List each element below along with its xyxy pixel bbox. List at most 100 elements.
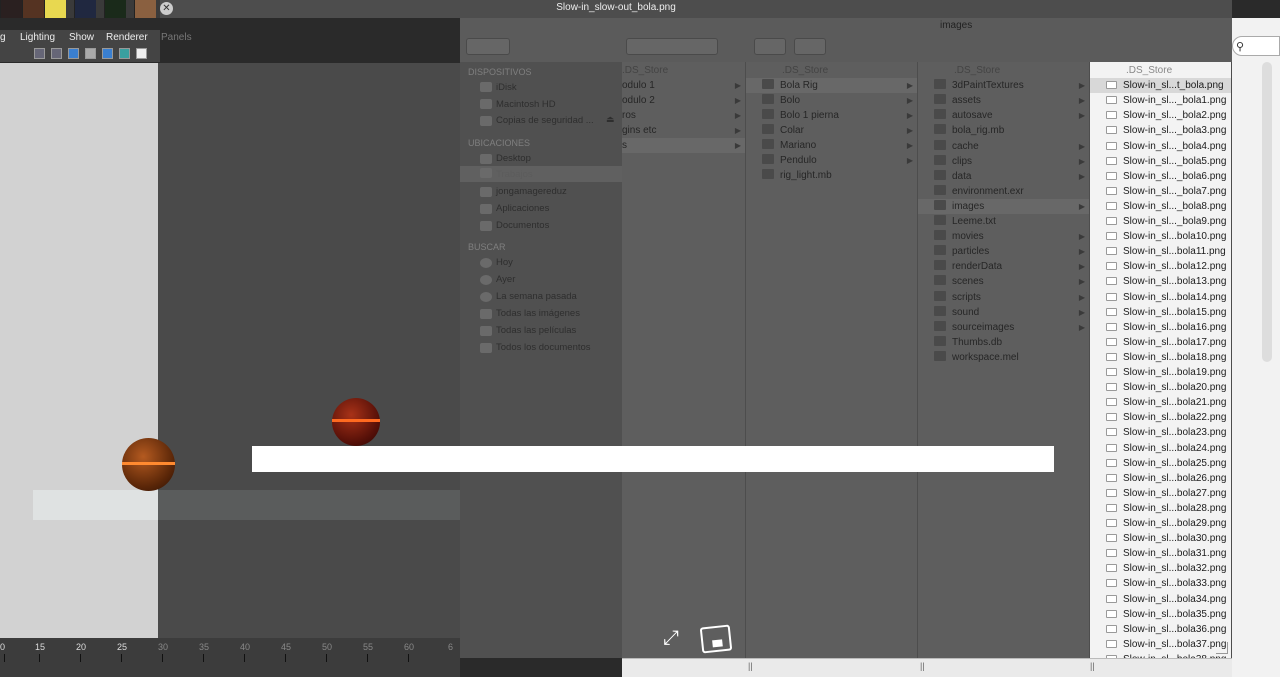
ball-object[interactable] [122,438,175,491]
list-item[interactable]: sourceimages ▶ [918,320,1089,335]
column-resize-handle-icon[interactable]: || [1090,661,1095,671]
list-item[interactable]: Slow-in_sl...bola22.png [1090,410,1231,425]
list-item[interactable]: environment.exr [918,184,1089,199]
menu-panels[interactable]: Panels [161,30,192,46]
vertical-scrollbar[interactable] [1262,62,1272,362]
list-item[interactable]: cache ▶ [918,139,1089,154]
list-item-selected[interactable]: Slow-in_sl...t_bola.png [1090,78,1231,94]
list-item[interactable]: 3dPaintTextures ▶ [918,78,1089,93]
list-item[interactable]: data ▶ [918,169,1089,184]
sidebar-item-hoy[interactable]: Hoy [496,257,513,268]
list-item[interactable]: Slow-in_sl...bola15.png [1090,305,1231,320]
list-item[interactable]: scripts ▶ [918,290,1089,305]
list-item-selected[interactable]: images ▶ [918,198,1089,214]
list-item[interactable]: Slow-in_sl...bola13.png [1090,274,1231,289]
quicklook-eye-button[interactable] [754,38,786,55]
sidebar-item-idisk[interactable]: iDisk [496,82,517,93]
list-item[interactable]: Slow-in_sl...bola23.png [1090,425,1231,440]
list-item[interactable]: Slow-in_sl...bola18.png [1090,350,1231,365]
menu-lighting[interactable]: Lighting [20,30,55,46]
list-item[interactable]: scenes ▶ [918,274,1089,289]
lights-icon[interactable] [85,48,96,59]
list-item[interactable]: rig_light.mb [746,168,917,183]
resize-grip-icon[interactable] [1216,642,1228,654]
list-item[interactable]: Slow-in_sl..._bola9.png [1090,214,1231,229]
search-field[interactable]: ⚲ [1232,36,1280,56]
list-item[interactable]: Slow-in_sl...bola29.png [1090,516,1231,531]
list-item[interactable]: .DS_Store [918,63,1089,78]
list-item[interactable]: .DS_Store [1090,63,1231,78]
sidebar-item-aplicaciones[interactable]: Aplicaciones [496,203,549,214]
close-icon[interactable]: ✕ [160,2,173,15]
menu-renderer[interactable]: Renderer [106,30,148,46]
list-item[interactable]: Slow-in_sl...bola28.png [1090,501,1231,516]
list-item[interactable]: Slow-in_sl...bola21.png [1090,395,1231,410]
xray-icon[interactable] [119,48,130,59]
list-item[interactable]: Slow-in_sl...bola11.png [1090,244,1231,259]
list-item[interactable]: Pendulo ▶ [746,153,917,168]
sidebar-item-semana[interactable]: La semana pasada [496,291,577,302]
list-item[interactable]: Slow-in_sl...bola20.png [1090,380,1231,395]
list-item[interactable]: Slow-in_sl...bola26.png [1090,471,1231,486]
list-item[interactable]: Colar ▶ [746,123,917,138]
list-item[interactable]: Slow-in_sl...bola36.png [1090,622,1231,637]
list-item[interactable]: Bolo ▶ [746,93,917,108]
list-item[interactable]: bola_rig.mb [918,123,1089,138]
list-item[interactable]: sound ▶ [918,305,1089,320]
list-item[interactable]: odulo 1 ▶ [622,78,745,93]
smooth-shade-icon[interactable] [51,48,62,59]
action-gear-button[interactable] [794,38,826,55]
sidebar-item-backup[interactable]: Copias de seguridad ... [496,115,594,126]
list-item[interactable]: Slow-in_sl..._bola7.png [1090,184,1231,199]
list-item[interactable]: Slow-in_sl...bola10.png [1090,229,1231,244]
fullscreen-icon[interactable]: ⤢ [663,627,689,649]
list-item[interactable]: Slow-in_sl...bola31.png [1090,546,1231,561]
list-item[interactable]: Slow-in_sl..._bola2.png [1090,108,1231,123]
list-item[interactable]: Slow-in_sl..._bola4.png [1090,139,1231,154]
list-item[interactable]: Slow-in_sl...bola24.png [1090,441,1231,456]
sidebar-item-user[interactable]: jongamagereduz [496,186,567,197]
sidebar-item-trabajos[interactable]: Trabajos [496,169,533,180]
list-item[interactable]: Slow-in_sl...bola32.png [1090,561,1231,576]
eject-icon[interactable]: ⏏ [606,114,615,125]
list-item[interactable]: clips ▶ [918,154,1089,169]
sidebar-item-documentos[interactable]: Documentos [496,220,549,231]
sidebar-item-peliculas[interactable]: Todas las películas [496,325,576,336]
list-item[interactable]: .DS_Store [746,63,917,78]
list-item[interactable]: Leeme.txt [918,214,1089,229]
list-item[interactable]: ros ▶ [622,108,745,123]
sidebar-item-imagenes[interactable]: Todas las imágenes [496,308,580,319]
list-item[interactable]: Slow-in_sl..._bola3.png [1090,123,1231,138]
list-item[interactable]: renderData ▶ [918,259,1089,274]
time-slider[interactable]: 0 15 20 25 30 35 40 45 50 55 60 6 [0,638,460,677]
list-item[interactable]: assets ▶ [918,93,1089,108]
list-item-selected[interactable]: Bola Rig ▶ [746,78,917,93]
list-item[interactable]: Slow-in_sl...bola25.png [1090,456,1231,471]
list-item[interactable]: Slow-in_sl...bola19.png [1090,365,1231,380]
sidebar-item-macintosh-hd[interactable]: Macintosh HD [496,99,556,110]
list-item[interactable]: Slow-in_sl..._bola5.png [1090,154,1231,169]
sidebar-item-desktop[interactable]: Desktop [496,153,531,164]
list-item[interactable]: Slow-in_sl...bola30.png [1090,531,1231,546]
list-item[interactable]: Slow-in_sl...bola17.png [1090,335,1231,350]
sidebar-item-documentos-search[interactable]: Todos los documentos [496,342,591,353]
hud-icon[interactable] [136,48,147,59]
list-item[interactable]: Slow-in_sl...bola33.png [1090,576,1231,591]
add-to-iphoto-icon[interactable] [699,624,733,654]
maya-viewport[interactable] [0,63,158,638]
list-item[interactable]: Slow-in_sl...bola16.png [1090,320,1231,335]
shadows-icon[interactable] [102,48,113,59]
list-item[interactable]: Bolo 1 pierna ▶ [746,108,917,123]
column-resize-handle-icon[interactable]: || [748,661,753,671]
list-item[interactable]: Slow-in_sl..._bola8.png [1090,199,1231,214]
sidebar-item-ayer[interactable]: Ayer [496,274,515,285]
list-item[interactable]: particles ▶ [918,244,1089,259]
list-item[interactable]: Slow-in_sl...bola37.png [1090,637,1231,652]
list-item[interactable]: gins etc ▶ [622,123,745,138]
list-item[interactable]: Slow-in_sl...bola12.png [1090,259,1231,274]
list-item[interactable]: Slow-in_sl...bola14.png [1090,290,1231,305]
list-item[interactable]: .DS_Store [622,63,745,78]
list-item[interactable]: odulo 2 ▶ [622,93,745,108]
list-item[interactable]: Slow-in_sl...bola35.png [1090,607,1231,622]
list-item-selected[interactable]: s ▶ [622,138,745,153]
